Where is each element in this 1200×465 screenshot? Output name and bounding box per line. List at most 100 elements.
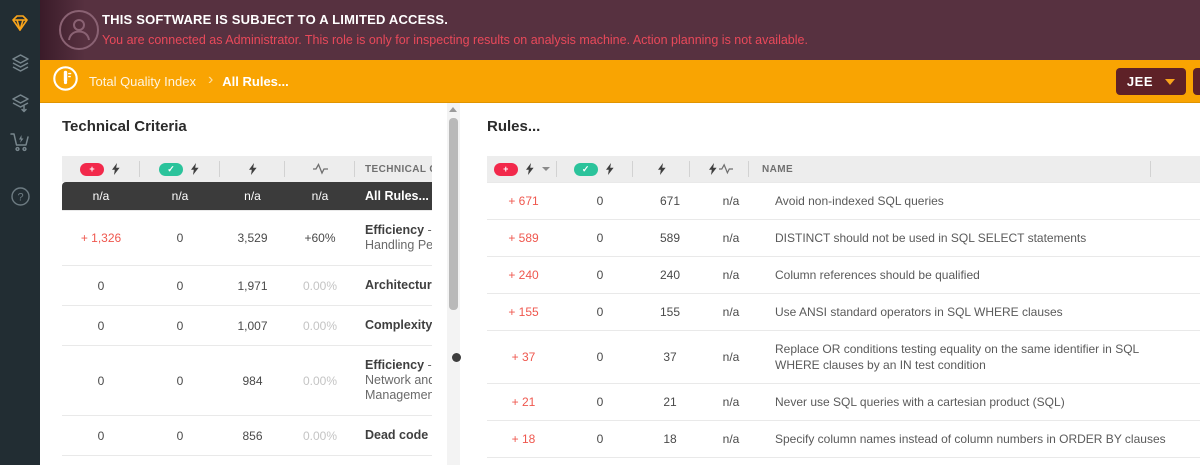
layers-icon[interactable]: [0, 48, 40, 78]
technology-selector-label: JEE: [1127, 74, 1153, 89]
cell-critical-added: 0: [62, 278, 140, 293]
cell-total: 3,529: [220, 223, 285, 253]
rule-row[interactable]: + 240 0 240 n/a Column references should…: [487, 256, 1200, 293]
cell-critical-added: + 1,326: [62, 223, 140, 253]
cell-total: 1,971: [220, 278, 285, 293]
rule-row[interactable]: + 37 0 37 n/a Replace OR conditions test…: [487, 330, 1200, 383]
cell-critical-added: 0: [62, 318, 140, 333]
technical-criteria-header-row: + ✓ TECHNICAL CRITERIA: [62, 156, 432, 182]
cell-trend: 0.00%: [285, 428, 355, 443]
banner-warning-text: You are connected as Administrator. This…: [102, 33, 808, 47]
scrollbar-thumb[interactable]: [449, 118, 458, 310]
splitter-handle[interactable]: [452, 353, 461, 362]
sort-chevron-down-icon: [542, 167, 550, 171]
cell-critical-added: 0: [62, 358, 140, 403]
cell-critical-added: + 155: [487, 304, 560, 320]
cell-trend: n/a: [700, 230, 762, 246]
table-row[interactable]: 0 0 856 0.00% Dead code (static): [62, 415, 432, 455]
rule-row[interactable]: + 589 0 589 n/a DISTINCT should not be u…: [487, 219, 1200, 256]
cell-total: 155: [640, 304, 700, 320]
cell-critical-removed: 0: [140, 223, 220, 253]
column-total-violations[interactable]: [220, 156, 285, 182]
breadcrumb: Total Quality Index › All Rules...: [52, 65, 289, 97]
sidebar: ?: [0, 0, 40, 465]
rule-row[interactable]: + 18 0 18 n/a Specify column names inste…: [487, 420, 1200, 457]
column-critical-violations-added[interactable]: +: [487, 156, 557, 182]
cell-name: Efficiency - Memory, Network and Disk Sp…: [365, 358, 432, 403]
cell-critical-removed: 0: [560, 267, 640, 283]
cell-total: 1,007: [220, 318, 285, 333]
column-critical-violations-added[interactable]: +: [62, 156, 140, 182]
table-row-all-rules-selected[interactable]: n/a n/a n/a n/a All Rules...: [62, 182, 432, 210]
cell-rule-name: DISTINCT should not be used in SQL SELEC…: [762, 230, 1183, 246]
rule-row[interactable]: + 671 0 671 n/a Avoid non-indexed SQL qu…: [487, 182, 1200, 219]
cell-total: 21: [640, 394, 700, 410]
main-content: Technical Criteria + ✓: [40, 103, 1200, 465]
cell-rule-name: Never use SQL queries with a cartesian p…: [762, 394, 1183, 410]
cell-name: Dead code (static): [365, 428, 432, 443]
table-row[interactable]: + 1,326 0 3,529 +60% Efficiency - SQL an…: [62, 210, 432, 265]
cell-total: 856: [220, 428, 285, 443]
rule-row[interactable]: + 155 0 155 n/a Use ANSI standard operat…: [487, 293, 1200, 330]
help-icon[interactable]: ?: [0, 181, 40, 211]
cell-total: 671: [640, 193, 700, 209]
cell-trend: 0.00%: [285, 278, 355, 293]
table-row[interactable]: 0 0 462 0.00% Documentation - Automated …: [62, 455, 432, 465]
cell-total: 984: [220, 358, 285, 403]
cell-critical-removed: 0: [560, 230, 640, 246]
cell-trend: n/a: [700, 193, 762, 209]
cell-critical-added: + 37: [487, 341, 560, 373]
breadcrumb-all-rules: All Rules...: [222, 74, 288, 89]
table-row[interactable]: 0 0 1,007 0.00% Complexity - SQL Queries: [62, 305, 432, 345]
cell-critical-added: + 671: [487, 193, 560, 209]
critical-plus-icon: +: [80, 163, 104, 176]
column-total-violations[interactable]: [633, 156, 690, 182]
topbar: Total Quality Index › All Rules... JEE: [40, 60, 1200, 103]
rule-row[interactable]: + 6 0 6 n/a Avoid exists and not exists …: [487, 457, 1200, 465]
table-row[interactable]: 0 0 1,971 0.00% Architecture - Reuse: [62, 265, 432, 305]
cell-trend: n/a: [700, 341, 762, 373]
column-violations-trend[interactable]: [285, 156, 355, 182]
cell-critical-added: + 240: [487, 267, 560, 283]
cell-total: 37: [640, 341, 700, 373]
column-critical-violations-removed[interactable]: ✓: [557, 156, 633, 182]
quality-gauge-icon: [52, 65, 79, 97]
cell-rule-name: Replace OR conditions testing equality o…: [762, 341, 1183, 373]
column-technical-criteria-name[interactable]: TECHNICAL CRITERIA: [355, 156, 432, 182]
technical-criteria-title: Technical Criteria: [62, 118, 187, 135]
rules-panel: Rules... + ✓: [465, 103, 1200, 465]
bolt-icon: [111, 163, 120, 175]
limited-access-banner: THIS SOFTWARE IS SUBJECT TO A LIMITED AC…: [40, 0, 1200, 60]
gem-icon[interactable]: [0, 8, 40, 38]
cell-critical-added: n/a: [62, 189, 140, 203]
rule-row[interactable]: + 21 0 21 n/a Never use SQL queries with…: [487, 383, 1200, 420]
technology-selector-button[interactable]: JEE: [1116, 68, 1186, 95]
cell-name: Complexity - SQL Queries: [365, 318, 432, 333]
banner-title: THIS SOFTWARE IS SUBJECT TO A LIMITED AC…: [102, 12, 808, 27]
layers-download-icon[interactable]: [0, 88, 40, 118]
cell-critical-removed: 0: [140, 278, 220, 293]
cell-trend: 0.00%: [285, 318, 355, 333]
cell-name: Efficiency - SQL and Data Handling Perfo…: [365, 223, 432, 253]
trend-wave-icon: [719, 163, 733, 175]
column-rule-name[interactable]: NAME: [749, 156, 1151, 182]
column-critical-violations-removed[interactable]: ✓: [140, 156, 220, 182]
bolt-icon: [248, 163, 257, 175]
cell-rule-name: Avoid non-indexed SQL queries: [762, 193, 1183, 209]
bolt-icon: [657, 163, 666, 175]
cart-bolt-icon[interactable]: [0, 127, 40, 157]
column-violations-trend[interactable]: [690, 156, 749, 182]
cell-critical-added: + 21: [487, 394, 560, 410]
scrollbar-up-arrow-icon[interactable]: [449, 107, 457, 112]
table-row[interactable]: 0 0 984 0.00% Efficiency - Memory, Netwo…: [62, 345, 432, 415]
cell-trend: +60%: [285, 223, 355, 253]
rules-header-row: + ✓ NAME: [487, 156, 1200, 182]
column-extra[interactable]: [1151, 156, 1200, 182]
breadcrumb-total-quality-index[interactable]: Total Quality Index: [89, 74, 196, 89]
cell-trend: n/a: [700, 394, 762, 410]
cell-total: 18: [640, 431, 700, 447]
next-button-partial[interactable]: [1193, 68, 1200, 95]
chevron-down-icon: [1165, 79, 1175, 85]
cell-rule-name: Specify column names instead of column n…: [762, 431, 1183, 447]
bolt-icon: [708, 163, 717, 175]
